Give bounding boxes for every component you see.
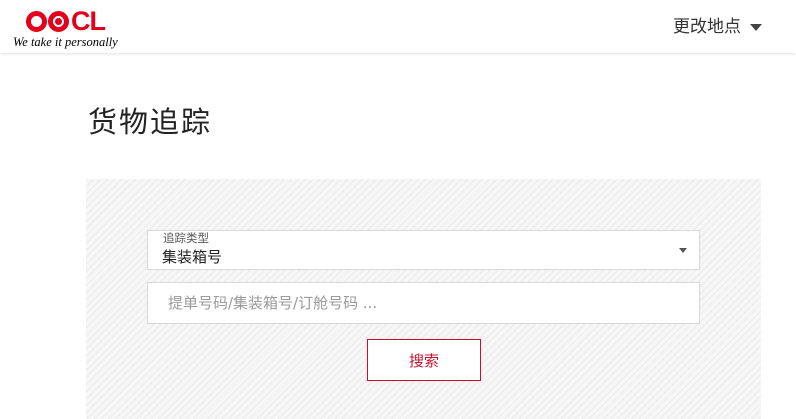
- logo-letters: CL: [71, 6, 106, 36]
- logo-tagline: We take it personally: [13, 35, 118, 49]
- tracking-type-value: 集装箱号: [162, 248, 223, 266]
- chevron-down-icon: [679, 248, 687, 253]
- cargo-tracking-panel: 追踪类型 集装箱号 搜索: [86, 179, 761, 419]
- oocl-logo[interactable]: CL We take it personally: [12, 6, 137, 52]
- logo-mark: CL: [26, 6, 106, 36]
- caret-down-icon: [750, 23, 762, 31]
- change-location-label: 更改地点: [673, 17, 741, 37]
- tracking-number-input[interactable]: [147, 282, 700, 324]
- top-header: CL We take it personally 更改地点: [0, 0, 796, 53]
- search-button[interactable]: 搜索: [367, 339, 481, 381]
- logo-flower-icon: [48, 10, 69, 32]
- logo-ring-icon: [26, 10, 47, 32]
- tracking-type-label: 追踪类型: [163, 231, 209, 245]
- page-title: 货物追踪: [88, 105, 213, 139]
- change-location-dropdown[interactable]: 更改地点: [673, 17, 762, 37]
- tracking-type-select[interactable]: 追踪类型 集装箱号: [147, 230, 700, 270]
